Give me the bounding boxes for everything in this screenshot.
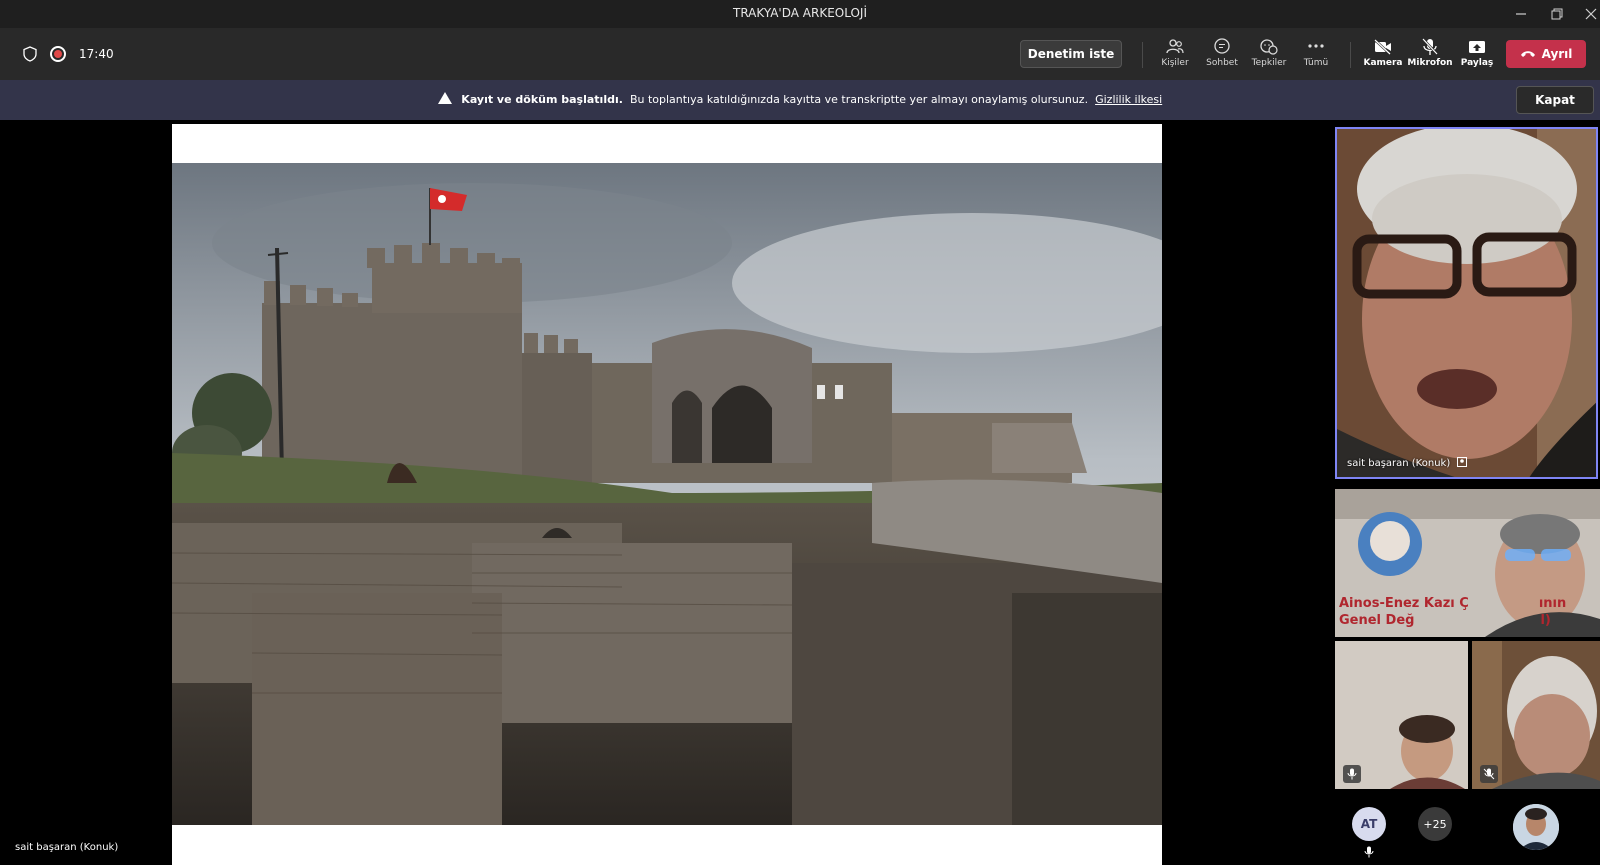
meeting-timer: 17:40	[79, 47, 114, 61]
banner-close-button[interactable]: Kapat	[1516, 86, 1594, 114]
close-icon[interactable]	[1574, 2, 1600, 26]
window-title: TRAKYA'DA ARKEOLOJİ	[732, 6, 867, 20]
request-control-button[interactable]: Denetim iste	[1020, 40, 1122, 68]
participant-video	[1337, 129, 1596, 477]
toolbar-divider	[1350, 42, 1351, 68]
guest-badge-icon	[1457, 457, 1468, 467]
participant-tile-4[interactable]	[1472, 641, 1600, 789]
more-icon	[1308, 44, 1324, 48]
share-button[interactable]: Paylaş	[1454, 36, 1500, 74]
meeting-toolbar: 17:40 Denetim iste Kişiler Sohbet Tepkil…	[0, 28, 1600, 80]
mic-icon	[1343, 765, 1361, 783]
warning-icon	[437, 92, 452, 104]
banner-text: Bu toplantıya katıldığınızda kayıtta ve …	[629, 93, 1089, 106]
people-icon	[1166, 39, 1184, 54]
privacy-link[interactable]: Gizlilik ilkesi	[1095, 93, 1162, 106]
people-button[interactable]: Kişiler	[1152, 36, 1198, 74]
mic-button[interactable]: Mikrofon	[1407, 36, 1453, 74]
participant-avatar[interactable]: AT	[1352, 807, 1386, 841]
slide-photo	[172, 163, 1162, 825]
mic-off-icon	[1480, 765, 1498, 783]
restore-icon[interactable]	[1540, 2, 1574, 26]
title-bar: TRAKYA'DA ARKEOLOJİ	[0, 0, 1600, 28]
reactions-icon	[1260, 39, 1278, 55]
shared-title-overlay: Ainos-Enez Kazı Çının Genel Değ l)	[1339, 596, 1567, 628]
share-label: Paylaş	[1460, 58, 1494, 68]
camera-button[interactable]: Kamera	[1360, 36, 1406, 74]
participant-tile-3[interactable]	[1335, 641, 1468, 789]
chat-label: Sohbet	[1206, 58, 1238, 68]
banner-title: Kayıt ve döküm başlatıldı.	[461, 93, 623, 106]
participant-tile-active-speaker[interactable]: sait başaran (Konuk)	[1335, 127, 1598, 479]
chat-icon	[1214, 38, 1230, 54]
more-button[interactable]: Tümü	[1293, 36, 1339, 74]
minimize-icon[interactable]	[1504, 2, 1538, 26]
participant-avatar-photo[interactable]	[1513, 804, 1559, 850]
share-icon	[1469, 41, 1485, 53]
shield-icon	[23, 46, 37, 62]
banner-message: Kayıt ve döküm başlatıldı. Bu toplantıya…	[0, 92, 1600, 106]
leave-button[interactable]: Ayrıl	[1506, 40, 1586, 68]
mic-off-icon	[1422, 38, 1438, 55]
camera-label: Kamera	[1363, 58, 1403, 68]
leave-label: Ayrıl	[1541, 47, 1573, 61]
people-label: Kişiler	[1161, 58, 1189, 68]
recording-banner: Kayıt ve döküm başlatıldı. Bu toplantıya…	[0, 80, 1600, 120]
mic-icon	[1364, 846, 1374, 858]
more-label: Tümü	[1303, 58, 1329, 68]
camera-off-icon	[1374, 39, 1391, 55]
recording-icon	[50, 46, 66, 62]
mic-label: Mikrofon	[1407, 58, 1453, 68]
more-participants-button[interactable]: +25	[1418, 807, 1452, 841]
participant-name: sait başaran (Konuk)	[1347, 457, 1468, 469]
reactions-button[interactable]: Tepkiler	[1246, 36, 1292, 74]
chat-button[interactable]: Sohbet	[1199, 36, 1245, 74]
presenter-name-label: sait başaran (Konuk)	[15, 842, 119, 853]
hangup-icon	[1520, 51, 1535, 57]
toolbar-divider	[1142, 42, 1143, 68]
participant-tile-2[interactable]: Ainos-Enez Kazı Çının Genel Değ l)	[1335, 489, 1600, 637]
reactions-label: Tepkiler	[1251, 58, 1287, 68]
